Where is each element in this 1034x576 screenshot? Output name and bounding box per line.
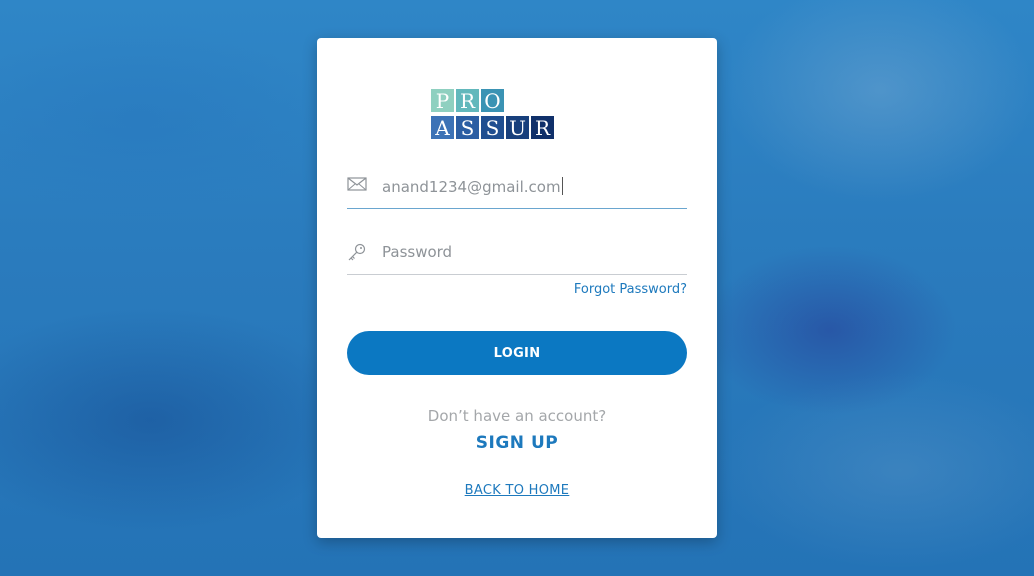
login-button[interactable]: LOGIN	[347, 331, 687, 375]
password-input[interactable]: Password	[382, 243, 452, 261]
logo-bottom-row: A S S U R	[431, 116, 554, 140]
back-to-home-link[interactable]: BACK TO HOME	[465, 483, 570, 498]
login-card: P R O A S S U R anand1234@gmail.com Pass…	[317, 38, 717, 538]
email-value: anand1234@gmail.com	[382, 178, 561, 196]
logo-tile: O	[481, 89, 504, 113]
forgot-password-link[interactable]: Forgot Password?	[574, 282, 687, 297]
envelope-icon	[347, 176, 369, 196]
logo-tile: P	[431, 89, 454, 113]
back-to-home-container: BACK TO HOME	[317, 479, 717, 498]
logo-tile: R	[456, 89, 479, 113]
key-icon	[347, 242, 369, 262]
logo-tile: S	[456, 116, 479, 140]
logo-tile: U	[506, 116, 529, 140]
logo-tile: R	[531, 116, 554, 140]
pro-assur-logo: P R O A S S U R	[431, 89, 604, 141]
password-field[interactable]: Password	[347, 234, 687, 275]
no-account-text: Don’t have an account?	[427, 407, 607, 425]
email-field[interactable]: anand1234@gmail.com	[347, 168, 687, 209]
logo-top-row: P R O	[431, 89, 529, 113]
logo-spacer	[506, 89, 529, 112]
sign-up-link[interactable]: SIGN UP	[317, 433, 717, 453]
logo-tile: A	[431, 116, 454, 140]
text-caret	[561, 177, 563, 195]
logo-tile: S	[481, 116, 504, 140]
email-input[interactable]: anand1234@gmail.com	[382, 177, 563, 196]
